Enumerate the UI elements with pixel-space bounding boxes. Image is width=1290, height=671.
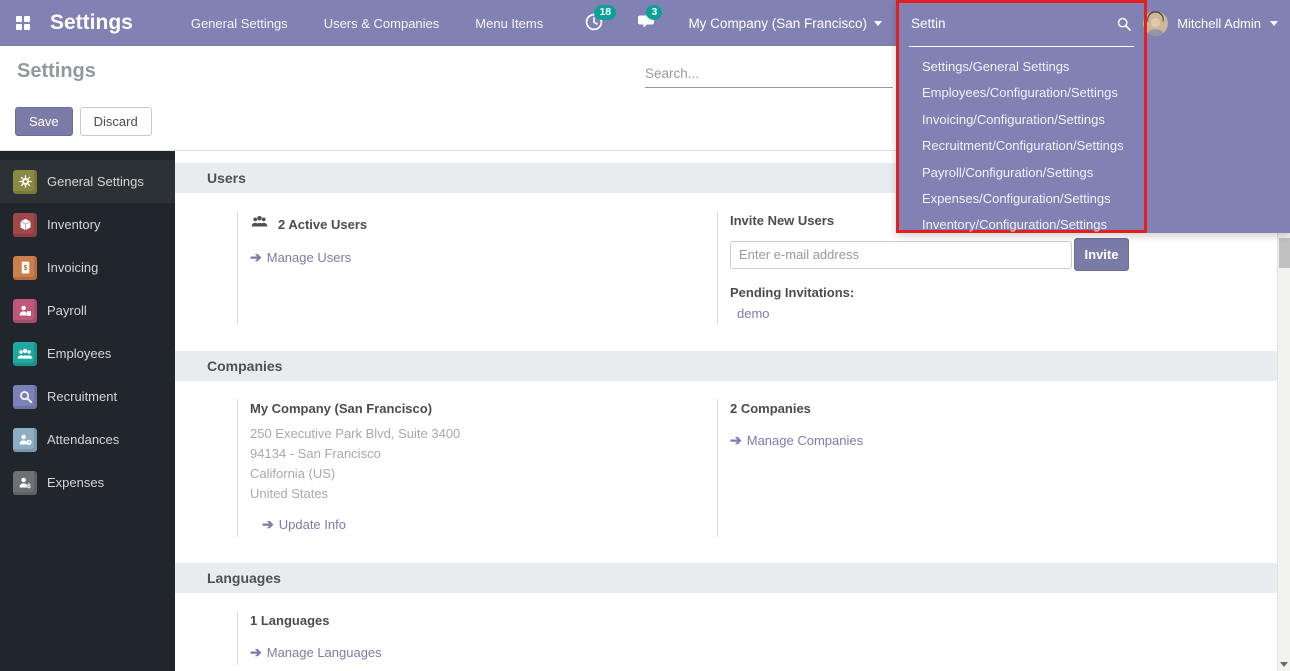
sidebar-item-label: Employees (47, 346, 111, 361)
user-menu[interactable]: Mitchell Admin (1143, 0, 1284, 46)
activity-clock-icon[interactable]: 18 (584, 12, 606, 34)
sidebar-item-general-settings[interactable]: General Settings (0, 160, 175, 203)
active-users-count: 2 Active Users (278, 217, 367, 232)
companies-count-box: 2 Companies ➔ Manage Companies (717, 399, 1277, 537)
invite-button[interactable]: Invite (1074, 238, 1129, 271)
menu-menu-items[interactable]: Menu Items (475, 16, 543, 31)
company-name-label: My Company (San Francisco) (250, 401, 717, 416)
pending-invitation-demo[interactable]: demo (730, 306, 770, 321)
companies-count: 2 Companies (730, 401, 1277, 416)
messages-badge: 3 (646, 5, 662, 20)
suggestion-item[interactable]: Payroll/Configuration/Settings (899, 160, 1144, 186)
save-button[interactable]: Save (15, 107, 73, 136)
menu-general-settings[interactable]: General Settings (191, 16, 288, 31)
menu-users-companies[interactable]: Users & Companies (324, 16, 440, 31)
user-name: Mitchell Admin (1177, 16, 1261, 31)
update-info-link[interactable]: ➔ Update Info (262, 516, 346, 533)
messages-chat-icon[interactable]: 3 (636, 12, 658, 34)
content-search-bar (645, 60, 893, 88)
svg-text:$: $ (23, 265, 27, 272)
address-line: 94134 - San Francisco (250, 444, 717, 464)
companies-section: My Company (San Francisco) 250 Executive… (237, 399, 1277, 537)
highlighted-search-region: Settings/General Settings Employees/Conf… (896, 0, 1147, 233)
content-search-input[interactable] (645, 60, 893, 86)
languages-section: 1 Languages ➔ Manage Languages (237, 611, 1277, 665)
address-line: 250 Executive Park Blvd, Suite 3400 (250, 424, 717, 444)
attendance-icon (13, 428, 37, 452)
activity-badge: 18 (594, 5, 616, 20)
sidebar-item-employees[interactable]: Employees (0, 332, 175, 375)
sidebar-item-expenses[interactable]: $ Expenses (0, 461, 175, 504)
arrow-right-icon: ➔ (250, 249, 262, 266)
company-info-box: My Company (San Francisco) 250 Executive… (237, 399, 717, 537)
suggestion-item[interactable]: Settings/General Settings (899, 54, 1144, 80)
sidebar-item-recruitment[interactable]: Recruitment (0, 375, 175, 418)
expense-icon: $ (13, 471, 37, 495)
section-header-companies: Companies (175, 351, 1277, 381)
sidebar-item-label: Inventory (47, 217, 100, 232)
scrollbar-down-arrow-icon[interactable] (1280, 662, 1288, 667)
people-icon (13, 342, 37, 366)
users-group-icon (250, 213, 269, 235)
box-icon (13, 213, 37, 237)
search-suggestions: Settings/General Settings Employees/Conf… (899, 47, 1144, 239)
sidebar-item-label: Expenses (47, 475, 104, 490)
sidebar-item-label: Payroll (47, 303, 87, 318)
address-line: United States (250, 484, 717, 504)
app-title: Settings (50, 11, 133, 35)
sidebar-item-label: Recruitment (47, 389, 117, 404)
languages-count: 1 Languages (250, 613, 717, 628)
chevron-down-icon (874, 21, 882, 26)
sidebar-item-inventory[interactable]: Inventory (0, 203, 175, 246)
action-buttons: Save Discard (15, 107, 152, 136)
section-header-languages: Languages (175, 563, 1277, 593)
suggestion-item[interactable]: Invoicing/Configuration/Settings (899, 107, 1144, 133)
app-menus: General Settings Users & Companies Menu … (191, 16, 543, 31)
invoice-icon: $ (13, 256, 37, 280)
page-title: Settings (17, 60, 96, 83)
sidebar-item-label: Invoicing (47, 260, 98, 275)
systray: 18 3 My Company (San Francisco) (584, 12, 882, 34)
odoo-settings-window: Settings General Settings Users & Compan… (0, 0, 1290, 671)
company-switcher[interactable]: My Company (San Francisco) (688, 16, 882, 31)
manage-companies-link[interactable]: ➔ Manage Companies (730, 432, 863, 449)
company-address: 250 Executive Park Blvd, Suite 3400 9413… (250, 424, 717, 504)
gear-icon (13, 170, 37, 194)
pending-invitations-label: Pending Invitations: (730, 285, 1277, 300)
arrow-right-icon: ➔ (250, 644, 262, 661)
suggestion-item[interactable]: Employees/Configuration/Settings (899, 80, 1144, 106)
manage-languages-link[interactable]: ➔ Manage Languages (250, 644, 382, 661)
address-line: California (US) (250, 464, 717, 484)
sidebar-item-label: General Settings (47, 174, 144, 189)
arrow-right-icon: ➔ (262, 516, 274, 533)
chevron-down-icon (1270, 21, 1278, 26)
sidebar-item-invoicing[interactable]: $ Invoicing (0, 246, 175, 289)
global-search-input[interactable] (909, 3, 1089, 43)
discard-button[interactable]: Discard (80, 107, 152, 136)
sidebar-item-attendances[interactable]: Attendances (0, 418, 175, 461)
languages-box: 1 Languages ➔ Manage Languages (237, 611, 717, 665)
arrow-right-icon: ➔ (730, 432, 742, 449)
systray-search-overlay: Mitchell Admin Settings/General Settings… (896, 0, 1290, 233)
suggestion-item[interactable]: Recruitment/Configuration/Settings (899, 133, 1144, 159)
global-search-bar (909, 3, 1134, 47)
magnifier-icon (13, 385, 37, 409)
svg-text:$: $ (27, 483, 31, 490)
payroll-icon (13, 299, 37, 323)
apps-menu-icon[interactable] (0, 0, 46, 46)
suggestion-item[interactable]: Expenses/Configuration/Settings (899, 186, 1144, 212)
settings-sidebar: General Settings Inventory $ Invoicing (0, 151, 175, 671)
scrollbar-thumb[interactable] (1279, 238, 1290, 268)
sidebar-item-label: Attendances (47, 432, 119, 447)
active-users-box: 2 Active Users ➔ Manage Users (237, 211, 717, 325)
company-name: My Company (San Francisco) (688, 16, 867, 31)
invite-email-input[interactable] (730, 241, 1072, 269)
suggestion-item[interactable]: Inventory/Configuration/Settings (899, 212, 1144, 238)
sidebar-item-payroll[interactable]: Payroll (0, 289, 175, 332)
manage-users-link[interactable]: ➔ Manage Users (250, 249, 351, 266)
search-icon[interactable] (1116, 16, 1132, 37)
